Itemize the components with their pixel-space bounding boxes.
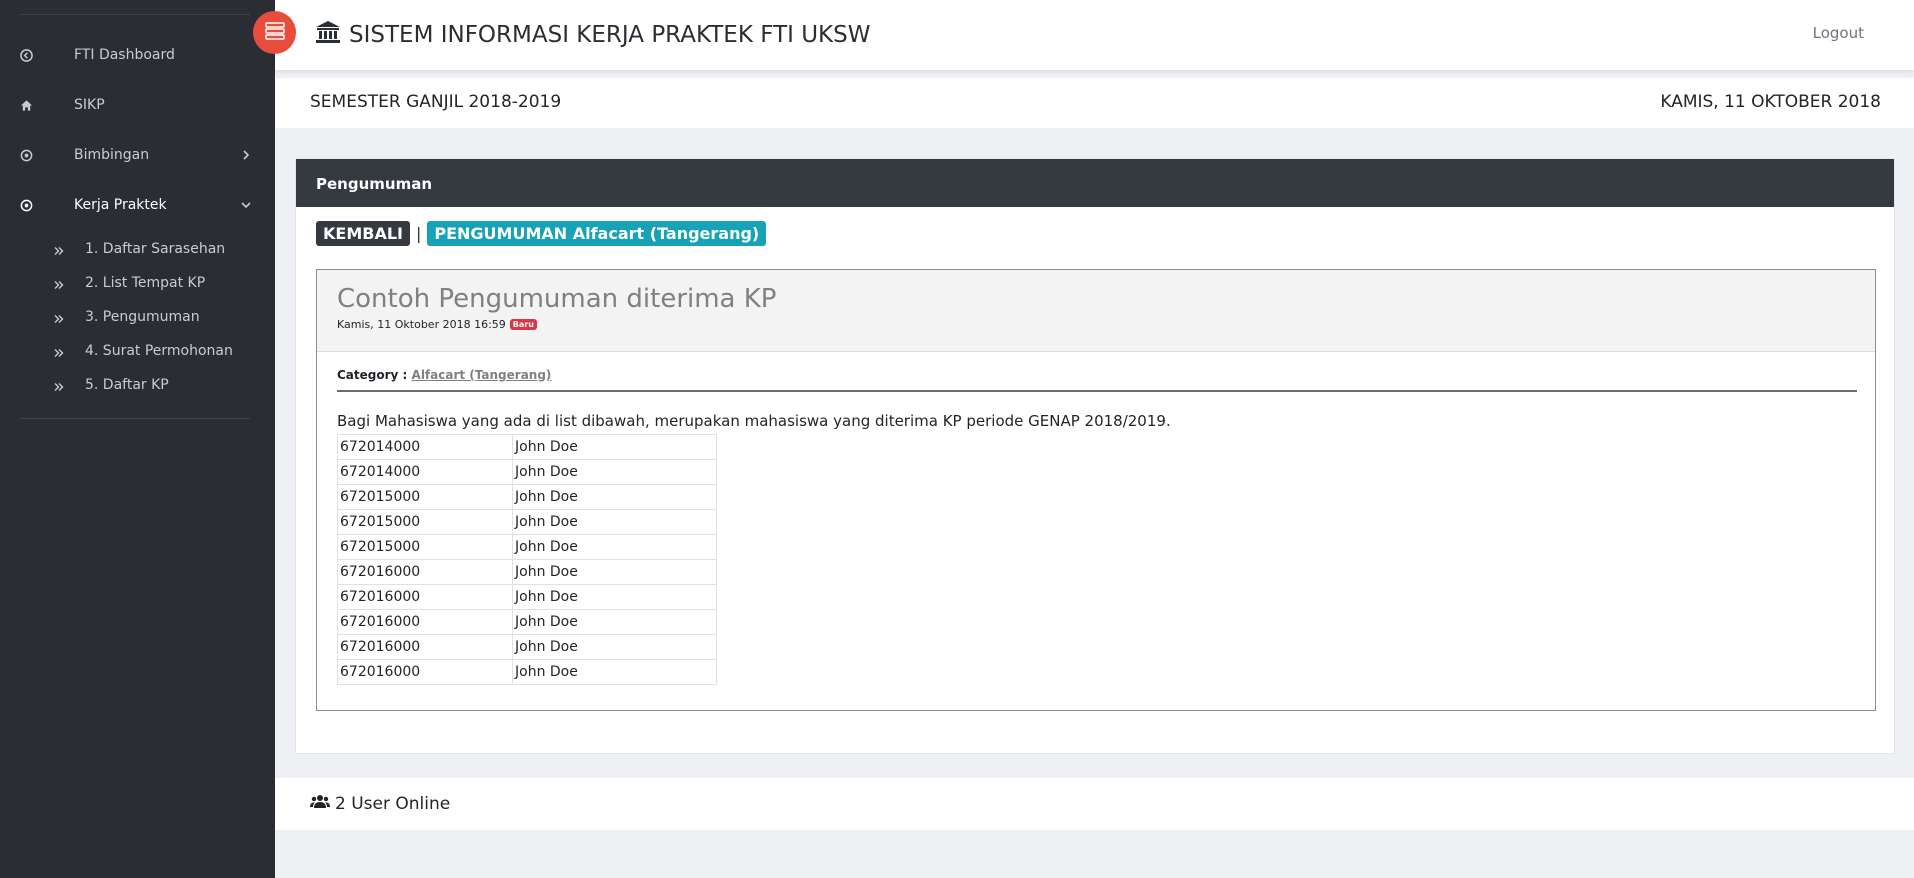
sidebar-item-label: SIKP xyxy=(74,97,105,113)
users-icon xyxy=(310,793,335,814)
arrow-circle-left-icon xyxy=(19,48,33,62)
student-name: John Doe xyxy=(512,559,717,585)
sidebar-item-label: FTI Dashboard xyxy=(74,47,175,63)
announcement-post: Contoh Pengumuman diterima KP Kamis, 11 … xyxy=(316,269,1876,711)
menu-icon xyxy=(264,21,285,44)
post-meta: Kamis, 11 Oktober 2018 16:59 Baru xyxy=(337,318,1855,331)
breadcrumb-separator: | xyxy=(415,224,422,243)
category-link[interactable]: Alfacart (Tangerang) xyxy=(412,368,552,382)
breadcrumb: KEMBALI | PENGUMUMAN Alfacart (Tangerang… xyxy=(316,221,767,246)
semester-label: SEMESTER GANJIL 2018-2019 xyxy=(310,92,562,112)
card-heading: Pengumuman xyxy=(296,159,1894,207)
sidebar-item-label: Kerja Praktek xyxy=(74,197,167,213)
student-name: John Doe xyxy=(512,509,717,535)
sidebar-item-kerja-praktek[interactable]: Kerja Praktek xyxy=(0,180,275,230)
sidebar-divider xyxy=(20,418,250,419)
university-icon xyxy=(315,20,349,50)
sidebar-subitem-label: 5. Daftar KP xyxy=(85,377,169,393)
logout-link[interactable]: Logout xyxy=(1813,24,1864,42)
announcement-card: Pengumuman KEMBALI | PENGUMUMAN Alfacart… xyxy=(295,158,1895,754)
double-chevron-right-icon xyxy=(54,244,64,255)
back-button[interactable]: KEMBALI xyxy=(316,221,410,246)
student-id: 672016000 xyxy=(337,659,513,685)
table-row: 672014000 John Doe xyxy=(337,459,717,485)
sidebar-subitem-label: 4. Surat Permohonan xyxy=(85,343,233,359)
sidebar-subitem-pengumuman[interactable]: 3. Pengumuman xyxy=(0,300,275,334)
student-id: 672015000 xyxy=(337,484,513,510)
sidebar-subitem-label: 2. List Tempat KP xyxy=(85,275,206,291)
student-id: 672016000 xyxy=(337,609,513,635)
student-table: 672014000 John Doe 672014000 John Doe 6720… xyxy=(337,434,717,685)
sidebar-item-label: Bimbingan xyxy=(74,147,150,163)
table-row: 672014000 John Doe xyxy=(337,434,717,460)
sidebar-item-bimbingan[interactable]: Bimbingan xyxy=(0,130,275,180)
student-name: John Doe xyxy=(512,634,717,660)
double-chevron-right-icon xyxy=(54,278,64,289)
semester-bar: SEMESTER GANJIL 2018-2019 KAMIS, 11 OKTO… xyxy=(275,78,1914,128)
sidebar-subitem-daftar-kp[interactable]: 5. Daftar KP xyxy=(0,368,275,402)
post-category: Category : Alfacart (Tangerang) xyxy=(337,368,1857,392)
student-name: John Doe xyxy=(512,584,717,610)
post-body: Category : Alfacart (Tangerang) Bagi Mah… xyxy=(317,352,1875,701)
sidebar-subitem-daftar-sarasehan[interactable]: 1. Daftar Sarasehan xyxy=(0,232,275,266)
chevron-right-icon xyxy=(240,149,252,161)
users-online-text: 2 User Online xyxy=(335,793,451,814)
student-id: 672015000 xyxy=(337,534,513,560)
chevron-down-icon xyxy=(240,199,252,211)
current-date: KAMIS, 11 OKTOBER 2018 xyxy=(1660,92,1881,112)
app-title: SISTEM INFORMASI KERJA PRAKTEK FTI UKSW xyxy=(315,20,870,50)
table-row: 672015000 John Doe xyxy=(337,509,717,535)
home-icon xyxy=(19,98,33,112)
student-name: John Doe xyxy=(512,609,717,635)
category-label: Category : xyxy=(337,368,408,382)
table-row: 672016000 John Doe xyxy=(337,634,717,660)
dot-circle-icon xyxy=(19,148,33,162)
sidebar: FTI Dashboard SIKP Bimbingan Kerja Prakt… xyxy=(0,0,275,878)
sidebar-divider xyxy=(20,14,250,15)
student-name: John Doe xyxy=(512,659,717,685)
table-row: 672016000 John Doe xyxy=(337,559,717,585)
double-chevron-right-icon xyxy=(54,380,64,391)
table-row: 672016000 John Doe xyxy=(337,609,717,635)
student-id: 672014000 xyxy=(337,434,513,460)
sidebar-subitem-list-tempat-kp[interactable]: 2. List Tempat KP xyxy=(0,266,275,300)
student-id: 672016000 xyxy=(337,559,513,585)
app-title-text: SISTEM INFORMASI KERJA PRAKTEK FTI UKSW xyxy=(349,22,871,48)
sidebar-subitem-label: 3. Pengumuman xyxy=(85,309,200,325)
table-row: 672016000 John Doe xyxy=(337,584,717,610)
footer: 2 User Online xyxy=(275,778,1914,830)
sidebar-subitem-surat-permohonan[interactable]: 4. Surat Permohonan xyxy=(0,334,275,368)
users-online: 2 User Online xyxy=(310,793,450,814)
student-id: 672016000 xyxy=(337,634,513,660)
student-id: 672014000 xyxy=(337,459,513,485)
table-row: 672015000 John Doe xyxy=(337,534,717,560)
new-badge: Baru xyxy=(509,319,537,330)
sidebar-item-sikp[interactable]: SIKP xyxy=(0,80,275,130)
sidebar-item-fti-dashboard[interactable]: FTI Dashboard xyxy=(0,30,275,80)
student-name: John Doe xyxy=(512,459,717,485)
double-chevron-right-icon xyxy=(54,312,64,323)
sidebar-toggle-button[interactable] xyxy=(253,11,296,54)
breadcrumb-current[interactable]: PENGUMUMAN Alfacart (Tangerang) xyxy=(427,221,767,246)
double-chevron-right-icon xyxy=(54,346,64,357)
top-header: SISTEM INFORMASI KERJA PRAKTEK FTI UKSW … xyxy=(275,0,1914,70)
sidebar-subitem-label: 1. Daftar Sarasehan xyxy=(85,241,226,257)
post-header: Contoh Pengumuman diterima KP Kamis, 11 … xyxy=(317,270,1875,352)
student-id: 672016000 xyxy=(337,584,513,610)
student-name: John Doe xyxy=(512,434,717,460)
post-title: Contoh Pengumuman diterima KP xyxy=(337,284,777,314)
student-id: 672015000 xyxy=(337,509,513,535)
student-name: John Doe xyxy=(512,534,717,560)
dot-circle-icon xyxy=(19,198,33,212)
student-name: John Doe xyxy=(512,484,717,510)
table-row: 672016000 John Doe xyxy=(337,659,717,685)
post-timestamp: Kamis, 11 Oktober 2018 16:59 xyxy=(337,318,506,331)
table-row: 672015000 John Doe xyxy=(337,484,717,510)
post-intro: Bagi Mahasiswa yang ada di list dibawah,… xyxy=(337,412,1171,430)
